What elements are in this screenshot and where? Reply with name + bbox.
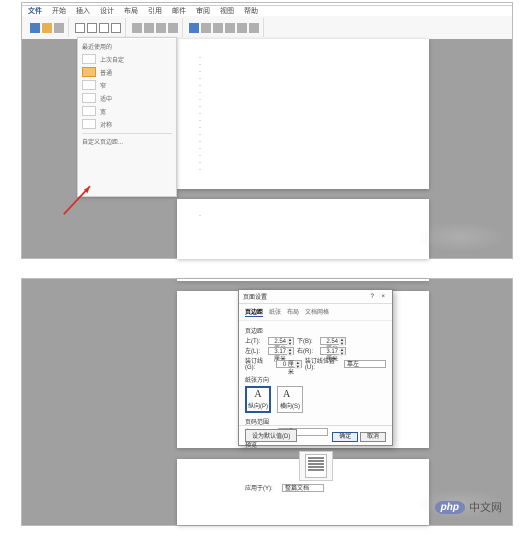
menu-file[interactable]: 文件: [28, 6, 42, 16]
gutter-pos-select[interactable]: 靠左: [344, 360, 386, 368]
tab-paper[interactable]: 纸张: [269, 307, 281, 317]
send-backward-icon[interactable]: [225, 23, 235, 33]
page-a-edge: [177, 279, 429, 281]
ribbon-group-paragraph: [128, 18, 183, 37]
wrap-text-icon[interactable]: [201, 23, 211, 33]
section-orientation: 纸张方向 A 纵向(P) A 横向(S): [245, 375, 386, 413]
top-label: 上(T):: [245, 336, 265, 345]
section-margins-label: 页边距: [245, 326, 386, 335]
margins-dropdown[interactable]: 最近使用的 上次自定 普通 窄 适中 宽 对称 自定义页边距...: [77, 37, 177, 197]
menu-mailings[interactable]: 邮件: [172, 6, 186, 16]
cut-icon[interactable]: [54, 23, 64, 33]
bring-forward-icon[interactable]: [213, 23, 223, 33]
dialog-footer: 设为默认值(D) 确定 取消: [239, 425, 392, 445]
section-orientation-label: 纸张方向: [245, 375, 386, 384]
size-icon[interactable]: [99, 23, 109, 33]
menu-insert[interactable]: 插入: [76, 6, 90, 16]
page-1-content: ······ ······ ·····: [199, 55, 407, 174]
gutter-spinner[interactable]: 0 厘米▲▼: [276, 360, 302, 368]
ribbon-group-page-setup: [71, 18, 126, 37]
columns-icon[interactable]: [111, 23, 121, 33]
align-icon[interactable]: [249, 23, 259, 33]
ribbon-group-clipboard: [26, 18, 69, 37]
margins-icon[interactable]: [75, 23, 85, 33]
tab-grid[interactable]: 文档网格: [305, 307, 329, 317]
tab-layout[interactable]: 布局: [287, 307, 299, 317]
gutter-pos-label: 装订线位置(U):: [305, 356, 341, 371]
preview-page-icon: [305, 454, 327, 478]
php-watermark: php 中文网: [435, 499, 502, 515]
top-spinner[interactable]: 2.54 厘米▲▼: [268, 337, 294, 345]
menu-home[interactable]: 开始: [52, 6, 66, 16]
margin-option-moderate[interactable]: 适中: [82, 93, 172, 103]
selection-pane-icon[interactable]: [237, 23, 247, 33]
menu-layout[interactable]: 布局: [124, 6, 138, 16]
landscape-icon: A: [283, 389, 297, 400]
watermark-blur: [416, 222, 506, 252]
section-margins: 页边距 上(T): 2.54 厘米▲▼ 下(B): 2.54 厘米▲▼ 左(L)…: [245, 326, 386, 371]
page-2: ·: [177, 199, 429, 259]
left-label: 左(L):: [245, 346, 265, 355]
dialog-title-bar: 页面设置 ? ×: [239, 290, 392, 304]
spacing-before-icon[interactable]: [156, 23, 166, 33]
dialog-title: 页面设置: [243, 292, 267, 301]
paste-icon[interactable]: [30, 23, 40, 33]
margin-option-last[interactable]: 上次自定: [82, 54, 172, 64]
screenshot-1: 文件 开始 插入 设计 布局 引用 邮件 审阅 视图 帮助: [21, 2, 513, 259]
menu-bar: 文件 开始 插入 设计 布局 引用 邮件 审阅 视图 帮助: [22, 6, 512, 16]
right-label: 右(R):: [297, 346, 317, 355]
margin-option-narrow[interactable]: 窄: [82, 80, 172, 90]
position-icon[interactable]: [189, 23, 199, 33]
section-preview: 预览 应用于(Y): 整篇文档: [245, 440, 386, 492]
margin-option-custom[interactable]: 自定义页边距...: [82, 133, 172, 146]
menu-review[interactable]: 审阅: [196, 6, 210, 16]
ribbon-group-arrange: [185, 18, 264, 37]
orientation-icon[interactable]: [87, 23, 97, 33]
applyto-label: 应用于(Y):: [245, 483, 279, 492]
menu-view[interactable]: 视图: [220, 6, 234, 16]
cancel-button[interactable]: 取消: [360, 432, 386, 442]
screenshot-2: 页面设置 ? × 页边距 纸张 布局 文档网格 页边距 上(T): 2.54 厘…: [21, 278, 513, 526]
portrait-icon: A: [254, 389, 261, 400]
orientation-portrait[interactable]: A 纵向(P): [245, 386, 271, 413]
tab-margins[interactable]: 页边距: [245, 307, 263, 317]
default-button[interactable]: 设为默认值(D): [245, 429, 297, 442]
orientation-landscape[interactable]: A 横向(S): [277, 386, 303, 413]
dialog-body: 页边距 上(T): 2.54 厘米▲▼ 下(B): 2.54 厘米▲▼ 左(L)…: [239, 321, 392, 499]
php-logo-icon: php: [435, 501, 465, 514]
menu-references[interactable]: 引用: [148, 6, 162, 16]
dropdown-section-label: 最近使用的: [82, 42, 172, 51]
php-watermark-text: 中文网: [469, 499, 502, 515]
page-1: ······ ······ ·····: [177, 39, 429, 189]
margin-option-normal[interactable]: 普通: [82, 67, 172, 77]
dialog-help-icon[interactable]: ?: [367, 294, 376, 300]
spacing-after-icon[interactable]: [168, 23, 178, 33]
page-setup-dialog: 页面设置 ? × 页边距 纸张 布局 文档网格 页边距 上(T): 2.54 厘…: [238, 289, 393, 446]
ok-button[interactable]: 确定: [332, 432, 358, 442]
margin-option-wide[interactable]: 宽: [82, 106, 172, 116]
page-2-content: ·: [199, 213, 407, 220]
copy-icon[interactable]: [42, 23, 52, 33]
right-spinner[interactable]: 3.17 厘米▲▼: [320, 347, 346, 355]
dialog-close-icon[interactable]: ×: [378, 294, 388, 300]
preview-box: [299, 451, 333, 481]
left-spinner[interactable]: 3.17 厘米▲▼: [268, 347, 294, 355]
bottom-spinner[interactable]: 2.54 厘米▲▼: [320, 337, 346, 345]
indent-left-icon[interactable]: [132, 23, 142, 33]
gutter-label: 装订线(G):: [245, 356, 273, 371]
applyto-select[interactable]: 整篇文档: [282, 484, 324, 492]
menu-design[interactable]: 设计: [100, 6, 114, 16]
margin-option-mirrored[interactable]: 对称: [82, 119, 172, 129]
indent-right-icon[interactable]: [144, 23, 154, 33]
menu-help[interactable]: 帮助: [244, 6, 258, 16]
dialog-tabs: 页边距 纸张 布局 文档网格: [239, 304, 392, 321]
bottom-label: 下(B):: [297, 336, 317, 345]
